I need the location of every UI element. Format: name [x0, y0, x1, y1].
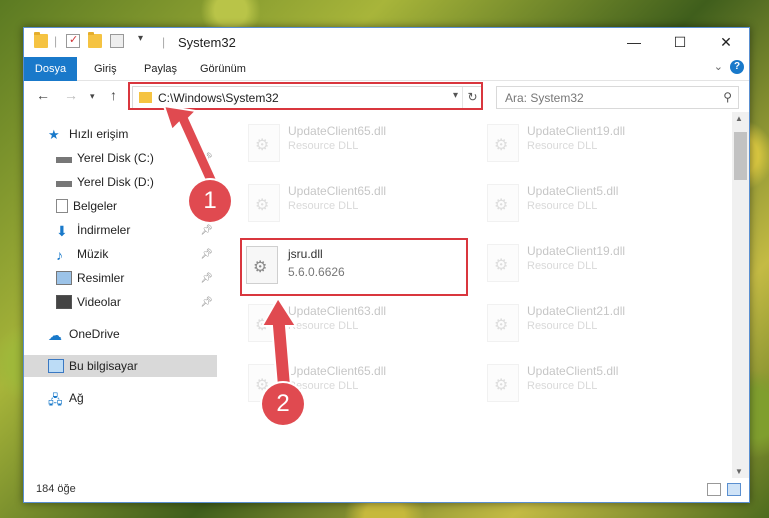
arrow-1 — [162, 104, 220, 189]
step-badge-2: 2 — [262, 383, 304, 425]
arrow-2 — [260, 296, 298, 387]
step-badge-1: 1 — [189, 180, 231, 222]
annotation-arrows — [162, 104, 298, 387]
